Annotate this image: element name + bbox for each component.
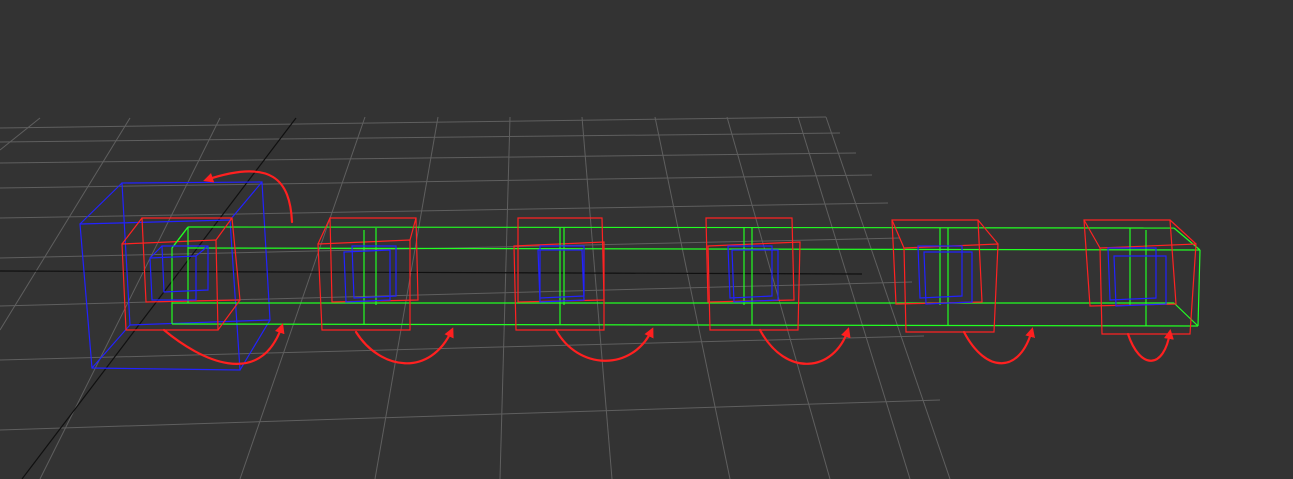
chain-bounding-bar[interactable] [171, 226, 1201, 327]
3d-viewport[interactable] [0, 0, 1293, 479]
arrow-2 [354, 327, 454, 365]
arrow-4 [758, 327, 851, 365]
world-axes [0, 117, 863, 479]
chain-node-5[interactable] [891, 219, 999, 333]
chain-node-1[interactable] [121, 217, 241, 331]
chain-node-3[interactable] [513, 217, 605, 331]
arrow-5 [962, 327, 1035, 365]
link-arrows [162, 170, 1174, 365]
scene-canvas[interactable] [0, 0, 1293, 479]
chain-node-2[interactable] [317, 217, 419, 331]
arrow-6 [1126, 329, 1174, 362]
arrow-1 [162, 323, 285, 365]
chain-node-6[interactable] [1083, 219, 1197, 335]
ground-grid [0, 116, 951, 479]
